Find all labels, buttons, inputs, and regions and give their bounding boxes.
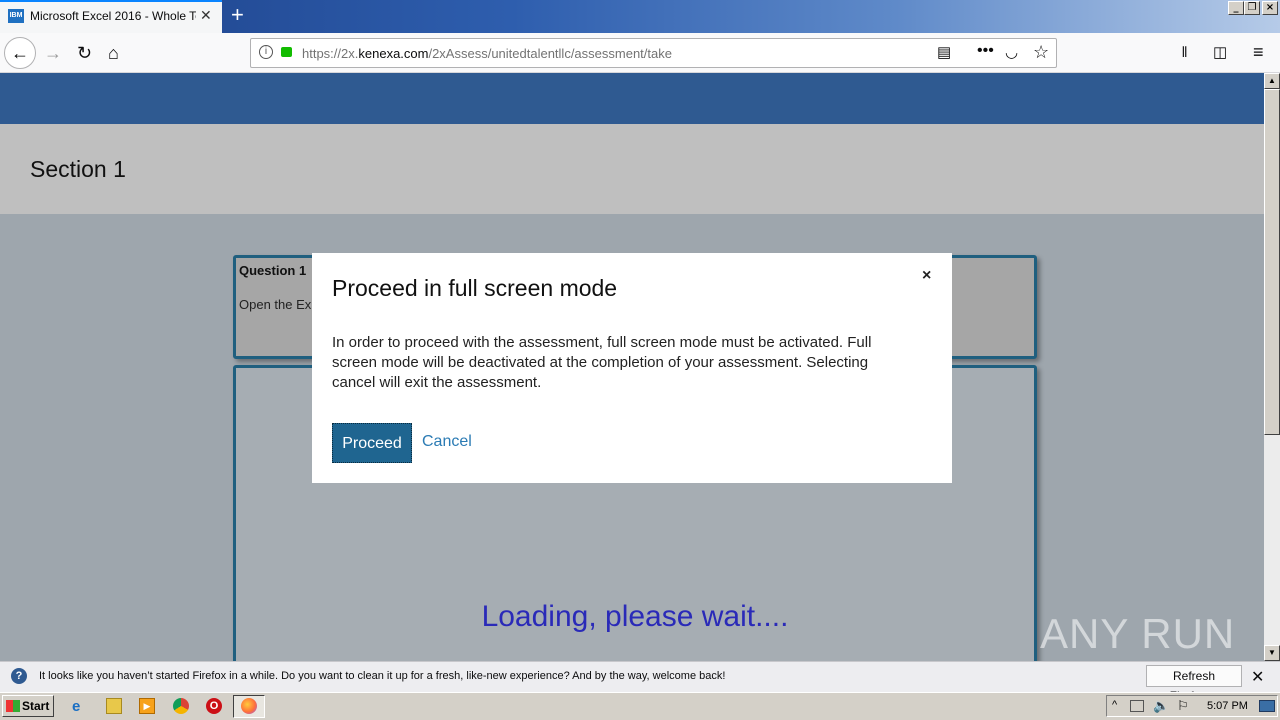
page-actions-icon[interactable]: ••• — [977, 41, 994, 61]
bookmark-star-icon[interactable]: ☆ — [1033, 42, 1049, 62]
refresh-firefox-button[interactable]: Refresh Firefox… — [1146, 665, 1242, 703]
modal-title: Proceed in full screen mode — [332, 275, 618, 301]
start-label: Start — [22, 699, 50, 713]
modal-body: In order to proceed with the assessment,… — [332, 334, 872, 391]
tab-close-icon[interactable]: ✕ — [200, 7, 212, 24]
chrome-icon[interactable] — [173, 698, 189, 714]
library-icon[interactable]: 𝍪 — [1182, 43, 1187, 63]
info-icon[interactable]: i — [259, 45, 273, 59]
section-title: Section 1 — [30, 156, 126, 182]
reload-icon[interactable]: ↻ — [77, 43, 92, 63]
ie-icon[interactable]: e — [72, 698, 88, 715]
pocket-icon[interactable]: ◡ — [1005, 43, 1018, 63]
firefox-icon — [241, 698, 257, 714]
minimize-icon[interactable]: _ — [1228, 1, 1244, 15]
tab-title: Microsoft Excel 2016 - Whole Test — [30, 9, 196, 23]
sidebar-icon[interactable]: ◫ — [1213, 43, 1227, 63]
home-icon[interactable]: ⌂ — [108, 43, 119, 63]
url-text: https://2x.kenexa.com/2xAssess/unitedtal… — [302, 46, 672, 61]
back-icon[interactable]: ← — [4, 37, 36, 69]
help-icon: ? — [11, 668, 27, 684]
lock-icon[interactable] — [281, 47, 292, 57]
clock: 5:07 PM — [1207, 700, 1248, 712]
explorer-icon[interactable] — [106, 698, 122, 714]
ibm-favicon-icon: IBM — [8, 9, 24, 23]
proceed-button[interactable]: Proceed — [332, 423, 412, 463]
scroll-thumb[interactable] — [1264, 89, 1280, 435]
question-text: Open the Ex — [239, 297, 312, 312]
cancel-link[interactable]: Cancel — [422, 433, 472, 451]
anyrun-watermark: ANY RUN — [1040, 610, 1236, 657]
question-label: Question 1 — [239, 263, 307, 278]
show-desktop-icon[interactable] — [1259, 700, 1275, 712]
restore-icon[interactable]: ❐ — [1244, 1, 1260, 15]
window-close-icon[interactable]: × — [1262, 1, 1278, 15]
media-player-icon[interactable]: ▶ — [139, 698, 155, 714]
section-bar — [0, 124, 1264, 214]
menu-icon[interactable]: ≡ — [1253, 42, 1264, 62]
notification-close-icon[interactable]: ✕ — [1251, 667, 1264, 687]
opera-icon[interactable]: O — [206, 698, 222, 714]
new-tab-icon[interactable]: + — [231, 3, 244, 27]
forward-icon[interactable]: → — [44, 43, 62, 63]
start-button[interactable]: Start — [2, 695, 54, 717]
taskbar — [0, 692, 1280, 720]
loading-text: Loading, please wait.... — [481, 600, 789, 633]
modal-close-icon[interactable]: × — [922, 267, 931, 285]
volume-icon[interactable]: 🔈 — [1153, 698, 1169, 714]
windows-logo-icon — [6, 700, 20, 712]
reader-view-icon[interactable]: ▤ — [937, 43, 951, 63]
tray-expand-icon[interactable]: ^ — [1112, 699, 1117, 711]
scroll-up-icon[interactable]: ▲ — [1264, 73, 1280, 89]
network-icon[interactable] — [1130, 700, 1144, 712]
flag-icon[interactable]: ⚐ — [1177, 698, 1189, 714]
notification-text: It looks like you haven’t started Firefo… — [39, 670, 726, 682]
page-header — [0, 73, 1264, 124]
scroll-down-icon[interactable]: ▼ — [1264, 645, 1280, 661]
